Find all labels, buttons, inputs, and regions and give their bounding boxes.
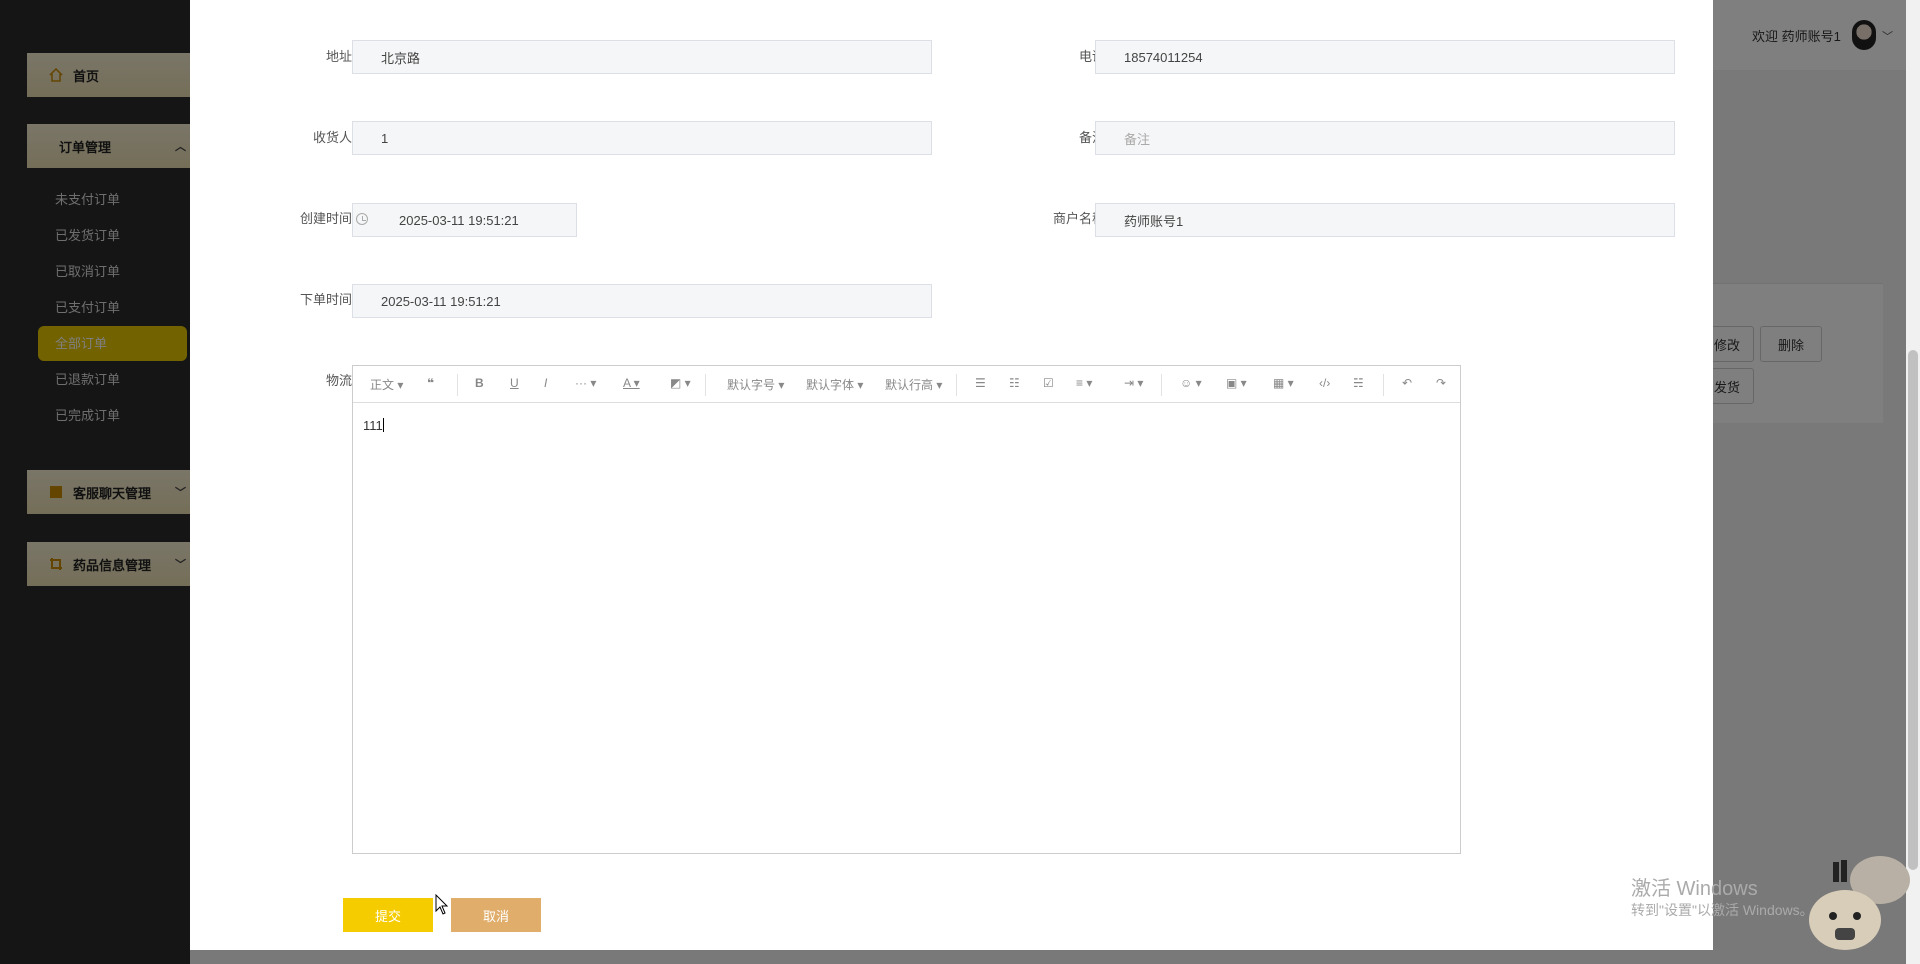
background-color-icon[interactable]: ◩ ▾ [670, 376, 691, 390]
remark-label: 备注 [1078, 130, 1105, 145]
todo-list-icon[interactable]: ☑ [1043, 376, 1054, 390]
remark-input[interactable]: 备注 [1095, 121, 1675, 155]
phone-label: 电话 [1078, 49, 1105, 64]
created-time-picker[interactable]: 2025-03-11 19:51:21 [352, 203, 577, 237]
toolbar-divider [956, 374, 957, 396]
order-time-label: 下单时间 [299, 292, 352, 307]
merchant-label: 商户名称 [1052, 211, 1105, 226]
line-height-label: 默认行高 [885, 378, 934, 392]
logistics-label: 物流 [325, 373, 352, 388]
more-icon[interactable]: ··· ▾ [575, 376, 596, 390]
indent-icon[interactable]: ⇥ ▾ [1124, 376, 1143, 390]
redo-icon[interactable]: ↷ [1436, 376, 1446, 390]
toolbar-divider [1383, 374, 1384, 396]
font-size-select[interactable]: 默认字号 ▾ [727, 376, 784, 393]
created-time-value: 2025-03-11 19:51:21 [399, 212, 519, 228]
line-height-select[interactable]: 默认行高 ▾ [885, 376, 942, 393]
toolbar-divider [705, 374, 706, 396]
scrollbar-thumb[interactable] [1908, 350, 1918, 870]
image-icon[interactable]: ▣ ▾ [1226, 376, 1247, 390]
phone-input[interactable]: 18574011254 [1095, 40, 1675, 74]
paragraph-label: 正文 [370, 378, 395, 392]
submit-button[interactable]: 提交 [343, 898, 433, 932]
emoji-icon[interactable]: ☺ ▾ [1180, 376, 1202, 390]
bullet-list-icon[interactable]: ☰ [975, 376, 986, 390]
desktop-pet-icon [1809, 856, 1910, 950]
numbered-list-icon[interactable]: ☷ [1009, 376, 1020, 390]
code-icon[interactable]: ‹/› [1319, 376, 1330, 390]
address-label: 地址 [325, 49, 352, 64]
windows-activation-title: 激活 Windows [1631, 878, 1758, 900]
font-family-select[interactable]: 默认字体 ▾ [806, 376, 863, 393]
cancel-button[interactable]: 取消 [451, 898, 541, 932]
address-input[interactable]: 北京路 [352, 40, 932, 74]
editor-text: 111 [363, 418, 383, 433]
undo-icon[interactable]: ↶ [1402, 376, 1412, 390]
font-family-label: 默认字体 [806, 378, 855, 392]
order-time-input[interactable]: 2025-03-11 19:51:21 [352, 284, 932, 318]
logistics-rich-editor[interactable]: 正文 ▾ ❝ B U I ··· ▾ A ▾ ◩ ▾ 默认字号 ▾ 默认字体 ▾… [352, 365, 1461, 854]
created-time-label: 创建时间 [299, 211, 352, 226]
receiver-input[interactable]: 1 [352, 121, 932, 155]
paragraph-select[interactable]: 正文 ▾ [370, 376, 403, 393]
divider-line-icon[interactable]: ☵ [1353, 376, 1364, 390]
underline-icon[interactable]: U [510, 376, 519, 390]
align-icon[interactable]: ≡ ▾ [1076, 376, 1092, 390]
toolbar-divider [457, 374, 458, 396]
receiver-label: 收货人 [312, 130, 352, 145]
table-icon[interactable]: ▦ ▾ [1273, 376, 1294, 390]
italic-icon[interactable]: I [544, 376, 547, 390]
toolbar-divider [1161, 374, 1162, 396]
clock-icon [356, 213, 368, 225]
bold-icon[interactable]: B [475, 376, 484, 390]
mouse-cursor-icon [435, 894, 449, 915]
editor-toolbar: 正文 ▾ ❝ B U I ··· ▾ A ▾ ◩ ▾ 默认字号 ▾ 默认字体 ▾… [353, 366, 1460, 403]
text-caret [382, 418, 384, 432]
quote-icon[interactable]: ❝ [427, 376, 434, 390]
editor-content[interactable]: 111 [363, 418, 384, 433]
font-size-label: 默认字号 [727, 378, 776, 392]
merchant-input[interactable]: 药师账号1 [1095, 203, 1675, 237]
font-color-icon[interactable]: A ▾ [623, 376, 640, 390]
